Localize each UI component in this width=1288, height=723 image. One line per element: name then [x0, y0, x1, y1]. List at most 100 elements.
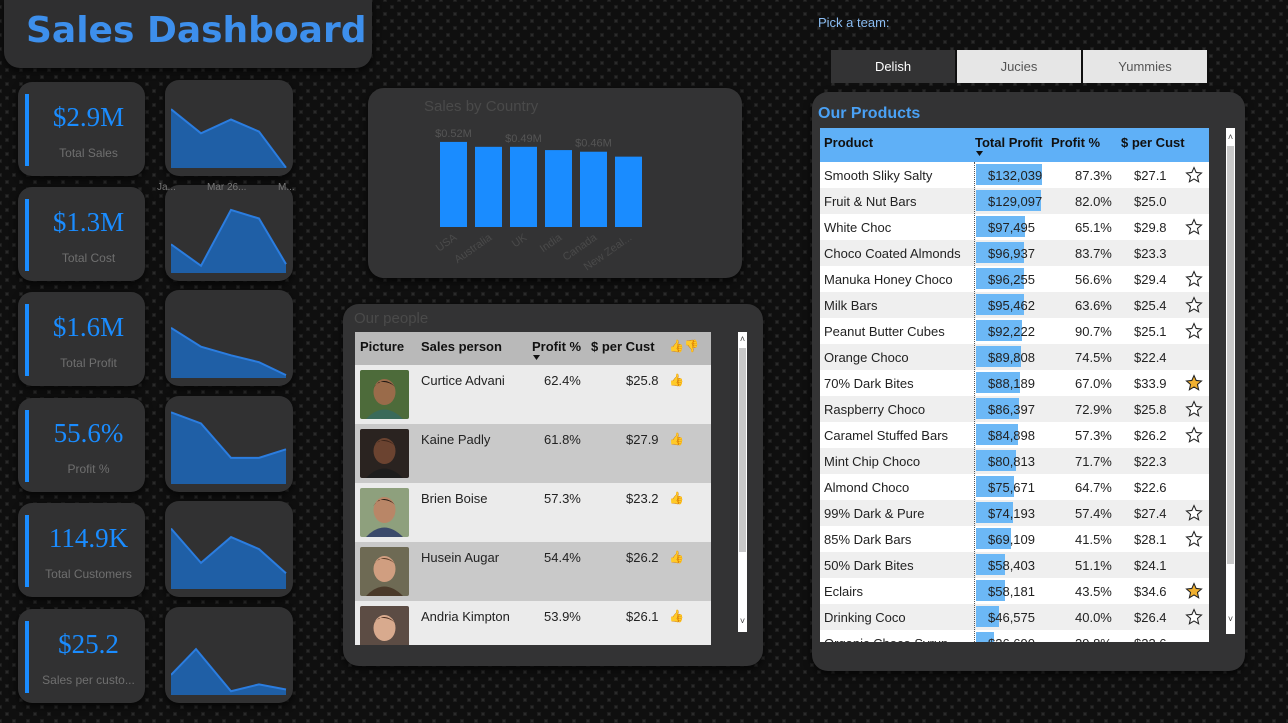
kpi-accent-bar [25, 199, 29, 271]
bar-india[interactable] [545, 150, 572, 227]
per-cust: $22.6 [1134, 480, 1167, 495]
col-profit-pct[interactable]: Profit % [532, 339, 581, 354]
scroll-down-icon[interactable]: ˅ [1226, 614, 1235, 624]
sales-person-name: Andria Kimpton [421, 609, 510, 624]
scroll-up-icon[interactable]: ˄ [738, 334, 747, 344]
table-row[interactable]: 99% Dark & Pure $74,193 57.4% $27.4 [820, 500, 1209, 527]
col-sales-person[interactable]: Sales person [421, 339, 502, 354]
x-tick-label: UK [510, 231, 530, 250]
bar-canada[interactable] [580, 151, 607, 227]
table-row[interactable]: Fruit & Nut Bars $129,097 82.0% $25.0 [820, 188, 1209, 215]
products-scrollbar[interactable]: ˄ ˅ [1226, 128, 1235, 634]
product-name: Manuka Honey Choco [824, 272, 953, 287]
profit-pct: 74.5% [1075, 350, 1112, 365]
per-cust: $26.1 [626, 609, 659, 624]
avatar [360, 547, 409, 596]
kpi-card: $1.3M Total Cost [18, 187, 145, 281]
kpi-value: $1.3M [52, 207, 125, 237]
table-row[interactable]: Eclairs $58,181 43.5% $34.6 [820, 578, 1209, 605]
tab-yummies[interactable]: Yummies [1083, 50, 1207, 83]
products-scroll-thumb[interactable] [1227, 146, 1234, 564]
profit-pct: 54.4% [544, 550, 581, 565]
table-row[interactable]: Organic Choco Syrup $36,690 29.8% $23.6 [820, 630, 1209, 642]
per-cust: $27.1 [1134, 168, 1167, 183]
sparkline-area [171, 209, 286, 273]
total-profit: $69,109 [988, 532, 1035, 547]
people-scroll-thumb[interactable] [739, 348, 746, 552]
table-row[interactable]: Choco Coated Almonds $96,937 83.7% $23.3 [820, 240, 1209, 267]
sparkline-area [171, 327, 286, 378]
bar-uk[interactable] [510, 146, 537, 227]
product-name: Fruit & Nut Bars [824, 194, 917, 209]
col-per-cust[interactable]: $ per Cust [1121, 135, 1185, 150]
table-row[interactable]: Kaine Padly 61.8% $27.9 👍 [355, 424, 711, 483]
profit-pct: 61.8% [544, 432, 581, 447]
table-row[interactable]: 85% Dark Bars $69,109 41.5% $28.1 [820, 526, 1209, 553]
star-icon [1185, 322, 1203, 339]
per-cust: $26.2 [1134, 428, 1167, 443]
table-row[interactable]: Manuka Honey Choco $96,255 56.6% $29.4 [820, 266, 1209, 293]
total-profit: $80,813 [988, 454, 1035, 469]
page-title: Sales Dashboard [26, 10, 367, 51]
table-row[interactable]: Raspberry Choco $86,397 72.9% $25.8 [820, 396, 1209, 423]
bar-usa[interactable] [440, 141, 467, 227]
product-name: Almond Choco [824, 480, 910, 495]
col-profit-pct[interactable]: Profit % [1051, 135, 1100, 150]
per-cust: $27.4 [1134, 506, 1167, 521]
table-row[interactable]: Curtice Advani 62.4% $25.8 👍 [355, 365, 711, 424]
profit-pct: 90.7% [1075, 324, 1112, 339]
table-row[interactable]: Brien Boise 57.3% $23.2 👍 [355, 483, 711, 542]
scroll-down-icon[interactable]: ˅ [738, 616, 747, 626]
per-cust: $26.2 [626, 550, 659, 565]
our-people-panel: Our people Picture Sales person Profit %… [343, 304, 763, 666]
avatar [360, 429, 409, 478]
star-icon [1185, 504, 1203, 521]
kpi-value: 114.9K [48, 523, 129, 553]
product-name: 50% Dark Bites [824, 558, 914, 573]
avatar [360, 606, 409, 645]
profit-pct: 29.8% [1075, 636, 1112, 642]
table-row[interactable]: Caramel Stuffed Bars $84,898 57.3% $26.2 [820, 422, 1209, 449]
per-cust: $25.8 [626, 373, 659, 388]
sparkline-chart [171, 108, 287, 168]
total-profit: $96,937 [988, 246, 1035, 261]
title-panel: Sales Dashboard [4, 0, 372, 68]
our-products-panel: Our Products Product Total Profit Profit… [812, 92, 1245, 671]
bar-new-zeal-[interactable] [615, 156, 642, 227]
table-row[interactable]: White Choc $97,495 65.1% $29.8 [820, 214, 1209, 241]
col-per-cust[interactable]: $ per Cust [591, 339, 655, 354]
table-row[interactable]: Husein Augar 54.4% $26.2 👍 [355, 542, 711, 601]
spark-axis-label-left: Ja... [157, 182, 176, 193]
product-name: Milk Bars [824, 298, 878, 313]
tab-jucies[interactable]: Jucies [957, 50, 1081, 83]
table-row[interactable]: 70% Dark Bites $88,189 67.0% $33.9 [820, 370, 1209, 397]
sort-desc-icon [533, 355, 540, 360]
product-name: White Choc [824, 220, 892, 235]
table-row[interactable]: Smooth Sliky Salty $132,039 87.3% $27.1 [820, 162, 1209, 189]
table-row[interactable]: Milk Bars $95,462 63.6% $25.4 [820, 292, 1209, 319]
col-picture[interactable]: Picture [360, 339, 404, 354]
tab-delish[interactable]: Delish [831, 50, 955, 83]
profit-pct: 72.9% [1075, 402, 1112, 417]
total-profit: $75,671 [988, 480, 1035, 495]
col-product[interactable]: Product [824, 135, 873, 150]
col-thumbs[interactable]: 👍👎 [669, 339, 699, 353]
profit-pct: 53.9% [544, 609, 581, 624]
profit-pct: 56.6% [1075, 272, 1112, 287]
table-row[interactable]: Mint Chip Choco $80,813 71.7% $22.3 [820, 448, 1209, 475]
bar-australia[interactable] [475, 146, 502, 227]
sales-by-country-chart: USAAustralia UK IndiaCanadaNew Zeal...$0.5… [434, 128, 642, 273]
profit-pct: 64.7% [1075, 480, 1112, 495]
table-row[interactable]: 50% Dark Bites $58,403 51.1% $24.1 [820, 552, 1209, 579]
sales-person-name: Brien Boise [421, 491, 488, 506]
kpi-label: Sales per custo... [42, 673, 135, 687]
scroll-up-icon[interactable]: ˄ [1226, 132, 1235, 142]
people-scrollbar[interactable]: ˄ ˅ [738, 332, 747, 632]
table-row[interactable]: Almond Choco $75,671 64.7% $22.6 [820, 474, 1209, 501]
table-row[interactable]: Orange Choco $89,808 74.5% $22.4 [820, 344, 1209, 371]
table-row[interactable]: Andria Kimpton 53.9% $26.1 👍 [355, 601, 711, 645]
table-row[interactable]: Peanut Butter Cubes $92,222 90.7% $25.1 [820, 318, 1209, 345]
table-row[interactable]: Drinking Coco $46,575 40.0% $26.4 [820, 604, 1209, 631]
star-icon [1185, 426, 1203, 443]
col-total-profit[interactable]: Total Profit [975, 135, 1043, 150]
